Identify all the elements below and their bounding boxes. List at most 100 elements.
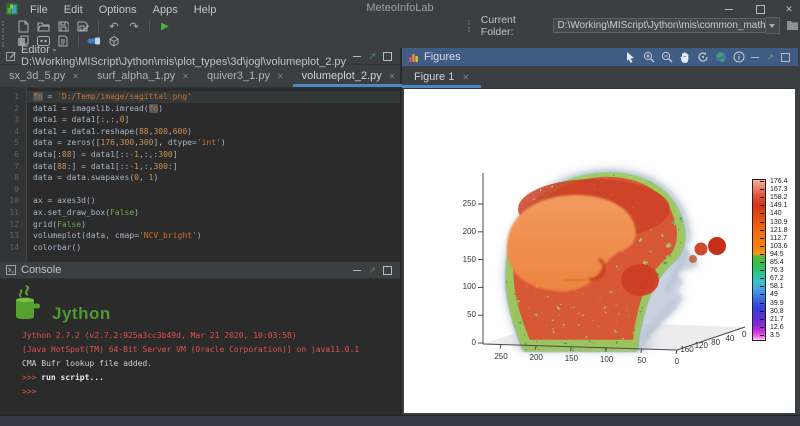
eye-red-blob bbox=[695, 243, 708, 256]
tab-close-icon[interactable]: ✕ bbox=[182, 72, 189, 81]
colorbar-tick bbox=[760, 197, 764, 198]
code-line[interactable]: ax = axes3d() bbox=[27, 195, 400, 207]
code-line[interactable]: ax.set_draw_box(False) bbox=[27, 207, 400, 219]
colorbar-tick bbox=[760, 286, 764, 287]
console-panel: Console ↗ Jython Jython 2.7.2 (v2.7.2:92… bbox=[0, 262, 402, 415]
tab-close-icon[interactable]: ✕ bbox=[72, 72, 79, 81]
console-icon bbox=[6, 265, 16, 275]
axis-tick-label: 150 bbox=[446, 255, 476, 264]
maximize-panel-icon[interactable] bbox=[383, 266, 392, 275]
figure-tab-bar: Figure 1✕ bbox=[402, 66, 798, 89]
browse-folder-button[interactable] bbox=[785, 18, 800, 33]
axis-tick-label: 140 bbox=[770, 210, 796, 217]
toolbar-drag-handle[interactable] bbox=[468, 20, 474, 32]
axis-tick-label: 250 bbox=[446, 199, 476, 208]
tab-quiver3-1[interactable]: quiver3_1.py✕ bbox=[198, 65, 293, 87]
code-line[interactable]: data[88:] = data1[::-1,:,300:] bbox=[27, 161, 400, 173]
figure-canvas-3d-plot[interactable]: 2502001501005002502001501005001601208040… bbox=[404, 89, 795, 413]
code-line[interactable]: data1 = imagelib.imread(fn) bbox=[27, 103, 400, 115]
window-maximize-button[interactable] bbox=[751, 1, 769, 17]
tab-figure-1[interactable]: Figure 1✕ bbox=[402, 66, 481, 88]
float-panel-icon[interactable]: ↗ bbox=[368, 266, 376, 275]
minimize-panel-icon[interactable] bbox=[353, 270, 361, 271]
tab-surf-alpha-1[interactable]: surf_alpha_1.py✕ bbox=[88, 65, 198, 87]
console-header: Console ↗ bbox=[0, 262, 400, 279]
code-line[interactable]: data[:88] = data1[::-1,:,:300] bbox=[27, 149, 400, 161]
colorbar-tick bbox=[760, 238, 764, 239]
editor-panel: Editor - D:\Working\MIScript\Jython\mis\… bbox=[0, 48, 402, 262]
axis-tick-label: 103.6 bbox=[770, 243, 796, 250]
save-as-button[interactable] bbox=[75, 19, 91, 34]
float-panel-icon[interactable]: ↗ bbox=[766, 53, 774, 62]
tab-close-icon[interactable]: ✕ bbox=[277, 72, 284, 81]
folder-icon bbox=[786, 20, 799, 31]
axis-tick-label: 0 bbox=[734, 330, 754, 339]
code-editor[interactable]: 1234567891011121314 fn = 'D:/Temp/image/… bbox=[0, 88, 400, 263]
toolbar-drag-handle[interactable] bbox=[2, 35, 8, 47]
code-text-area[interactable]: fn = 'D:/Temp/image/sagittal.png'data1 =… bbox=[27, 88, 400, 263]
console-line: [Java HotSpot(TM) 64-Bit Server VM (Orac… bbox=[22, 343, 359, 357]
save-button[interactable] bbox=[55, 19, 71, 34]
colorbar-tick bbox=[760, 213, 764, 214]
colorbar-tick bbox=[760, 254, 764, 255]
tab-close-icon[interactable]: ✕ bbox=[462, 73, 469, 82]
toolbar-separator bbox=[98, 21, 99, 33]
code-line[interactable] bbox=[27, 184, 400, 196]
pan-tool-button[interactable] bbox=[678, 51, 691, 64]
pointer-tool-button[interactable] bbox=[624, 51, 637, 64]
maximize-icon bbox=[756, 5, 765, 14]
console-line: CMA Bufr lookup file added. bbox=[22, 357, 359, 371]
colorbar-tick bbox=[760, 189, 764, 190]
jython-cup-icon bbox=[12, 284, 48, 324]
info-tool-button[interactable] bbox=[732, 51, 745, 64]
axis-tick-label: 30.8 bbox=[770, 308, 796, 315]
maximize-panel-icon[interactable] bbox=[383, 52, 392, 61]
axis-tick-label: 0 bbox=[665, 357, 689, 366]
globe-tool-button[interactable] bbox=[714, 51, 727, 64]
code-line[interactable]: data1 = data1[:,:,0] bbox=[27, 114, 400, 126]
maximize-panel-icon[interactable] bbox=[781, 53, 790, 62]
rotate-icon bbox=[697, 51, 709, 63]
code-line[interactable]: data = data.swapaxes(0, 1) bbox=[27, 172, 400, 184]
toolbar-drag-handle[interactable] bbox=[2, 21, 8, 33]
console-lines[interactable]: Jython 2.7.2 (v2.7.2:925a3cc3b49d, Mar 2… bbox=[22, 329, 359, 399]
colorbar-tick bbox=[760, 181, 764, 182]
code-line[interactable]: grid(False) bbox=[27, 219, 400, 231]
zoom-out-tool-button[interactable] bbox=[660, 51, 673, 64]
axis-tick-label: 121.8 bbox=[770, 227, 796, 234]
window-close-button[interactable]: ✕ bbox=[780, 1, 798, 17]
current-folder-dropdown-button[interactable] bbox=[766, 17, 780, 34]
float-panel-icon[interactable]: ↗ bbox=[368, 52, 376, 61]
rotate-tool-button[interactable] bbox=[696, 51, 709, 64]
axis-tick-label: 49 bbox=[770, 291, 796, 298]
colorbar-tick bbox=[760, 230, 764, 231]
run-script-button[interactable]: ▶ bbox=[157, 19, 173, 34]
code-line[interactable]: data = zeros([176,300,300], dtype='int') bbox=[27, 137, 400, 149]
minimize-panel-icon[interactable] bbox=[353, 56, 361, 57]
code-line[interactable]: fn = 'D:/Temp/image/sagittal.png' bbox=[27, 91, 400, 103]
redo-button[interactable]: ↷ bbox=[126, 19, 142, 34]
current-folder-combobox[interactable]: D:\Working\MIScript\Jython\mis\common_ma… bbox=[553, 18, 766, 33]
open-file-button[interactable] bbox=[35, 19, 51, 34]
tab-sx-3d-5[interactable]: sx_3d_5.py✕ bbox=[0, 65, 88, 87]
console-output[interactable]: Jython Jython 2.7.2 (v2.7.2:925a3cc3b49d… bbox=[0, 279, 400, 416]
new-file-button[interactable] bbox=[15, 19, 31, 34]
code-line[interactable]: colorbar() bbox=[27, 242, 400, 254]
hand-icon bbox=[679, 51, 690, 63]
colorbar bbox=[752, 179, 766, 341]
colorbar-tick bbox=[760, 319, 764, 320]
minimize-panel-icon[interactable] bbox=[751, 57, 759, 58]
zoom-in-tool-button[interactable] bbox=[642, 51, 655, 64]
tab-volumeplot-2[interactable]: volumeplot_2.py✕ bbox=[293, 65, 405, 87]
code-line[interactable]: data1 = data1.reshape(88,300,600) bbox=[27, 126, 400, 138]
axis-tick-label: 0 bbox=[446, 338, 476, 347]
code-line[interactable]: volumeplot(data, cmap='NCV_bright') bbox=[27, 230, 400, 242]
tab-close-icon[interactable]: ✕ bbox=[389, 72, 396, 81]
undo-button[interactable]: ↶ bbox=[106, 19, 122, 34]
window-minimize-button[interactable] bbox=[720, 1, 738, 17]
figures-icon bbox=[408, 52, 419, 63]
console-line: >>> run script... bbox=[22, 371, 359, 385]
window-title: MeteoInfoLab bbox=[0, 0, 800, 17]
axis-tick-label: 112.7 bbox=[770, 235, 796, 242]
main-toolbar: ↶ ↷ ▶ bbox=[2, 19, 173, 34]
